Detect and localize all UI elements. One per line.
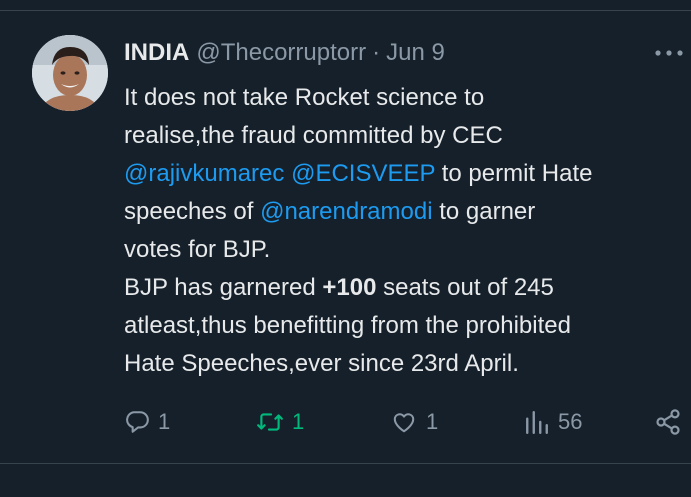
tweet-line: speeches of @narendramodi to garner [124,193,684,231]
mention-link[interactable]: @ECISVEEP [291,160,435,187]
avatar[interactable] [32,35,108,111]
tweet-line: atleast,thus benefitting from the prohib… [124,307,684,345]
tweet-line: BJP has garnered +100 seats out of 245 [124,269,684,307]
tweet-date[interactable]: Jun 9 [386,38,445,68]
action-bar: 1 1 1 56 [0,402,691,442]
retweet-count: 1 [292,409,305,434]
share-button[interactable] [654,402,682,442]
reply-icon [126,411,149,433]
body-text-segment: It does not take Rocket science to [124,84,485,111]
views-icon [526,411,548,435]
tweet-line: votes for BJP. [124,231,684,269]
tweet-line: @rajivkumarec @ECISVEEP to permit Hate [124,155,684,193]
bottom-divider [0,463,691,464]
retweet-button[interactable]: 1 [256,402,304,442]
bold-text: +100 [322,274,377,301]
body-text-segment: to garner [432,198,536,225]
body-text-segment: to permit Hate [435,160,593,187]
more-icon [655,50,683,56]
like-button[interactable]: 1 [390,402,438,442]
author-handle[interactable]: @Thecorruptorr [196,38,366,68]
views-button[interactable]: 56 [524,402,582,442]
body-text-segment: Hate Speeches,ever since 23rd April. [124,350,519,377]
tweet-line: Hate Speeches,ever since 23rd April. [124,345,684,383]
mention-link[interactable]: @rajivkumarec [124,160,284,187]
body-text-segment: atleast,thus benefitting from the prohib… [124,312,571,339]
retweet-icon [257,413,283,431]
body-text-segment: votes for BJP. [124,236,271,263]
top-divider [0,10,691,11]
body-text-segment: BJP has garnered [124,274,323,301]
tweet-text: It does not take Rocket science to realis… [124,79,684,383]
author-name[interactable]: INDIA [124,38,189,68]
reply-count: 1 [158,409,171,434]
share-icon [656,409,680,435]
more-button[interactable] [652,40,686,66]
header-separator: · [372,39,381,66]
reply-button[interactable]: 1 [124,402,170,442]
mention-link[interactable]: @narendramodi [260,198,432,225]
heart-icon [393,413,415,433]
body-text-segment: speeches of [124,198,261,225]
tweet-line: It does not take Rocket science to [124,79,684,117]
body-text-segment: seats out of 245 [376,274,554,301]
tweet-header: INDIA @Thecorruptorr · Jun 9 [124,38,445,68]
body-text-segment: realise,the fraud committed by CEC [124,122,503,149]
tweet-line: realise,the fraud committed by CEC [124,117,684,155]
views-count: 56 [558,409,583,434]
like-count: 1 [426,409,439,434]
